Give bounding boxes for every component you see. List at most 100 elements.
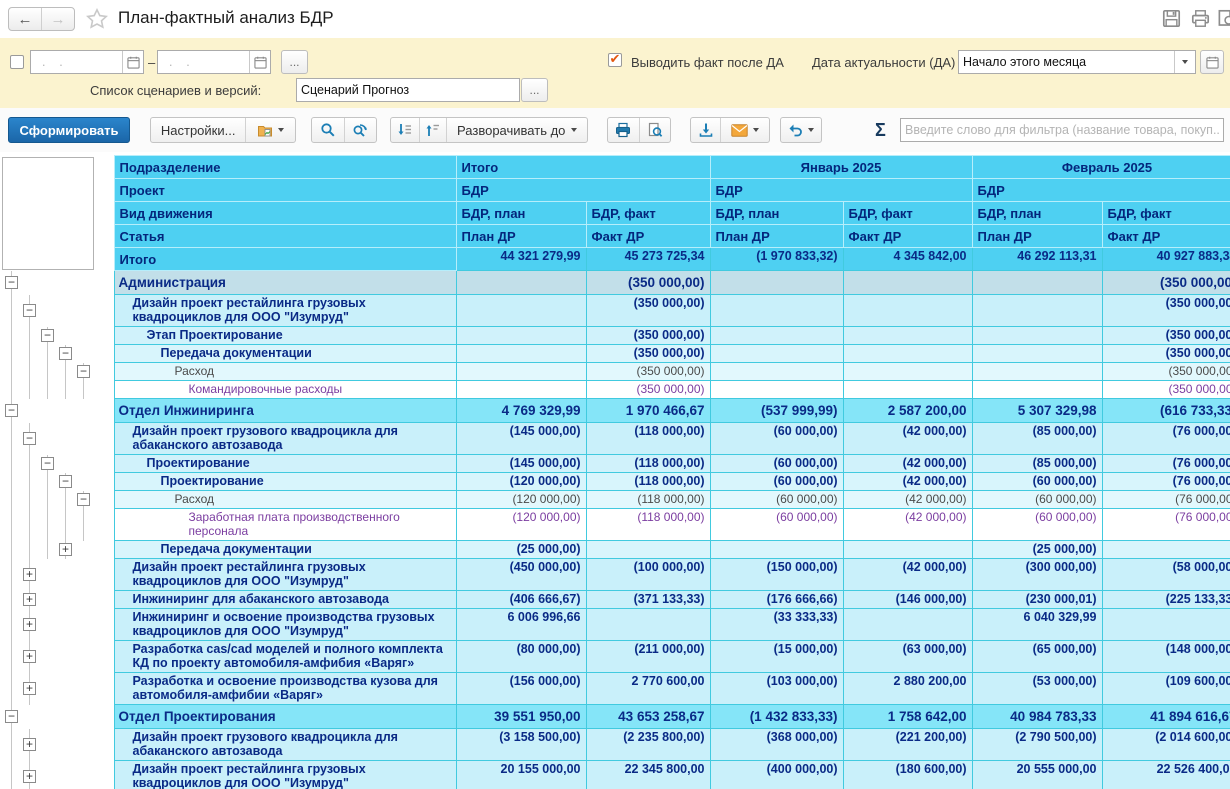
value-cell[interactable]: (42 000,00) xyxy=(843,509,972,541)
value-cell[interactable]: 6 006 996,66 xyxy=(456,609,586,641)
value-cell[interactable]: (103 000,00) xyxy=(710,673,843,705)
header-article[interactable]: Статья xyxy=(114,225,456,248)
value-cell[interactable]: (60 000,00) xyxy=(710,423,843,455)
value-cell[interactable]: (146 000,00) xyxy=(843,591,972,609)
header-plan[interactable]: БДР, план xyxy=(456,202,586,225)
value-cell[interactable] xyxy=(843,609,972,641)
value-cell[interactable]: 40 984 783,33 xyxy=(972,705,1102,729)
value-cell[interactable]: (400 000,00) xyxy=(710,761,843,789)
row-label[interactable]: Дизайн проект рестайлинга грузовых квадр… xyxy=(114,559,456,591)
scenario-input[interactable] xyxy=(297,79,519,101)
value-cell[interactable]: 2 587 200,00 xyxy=(843,399,972,423)
header-fact[interactable]: БДР, факт xyxy=(843,202,972,225)
value-cell[interactable]: (350 000,00) xyxy=(1102,363,1230,381)
row-label[interactable]: Инжиниринг для абаканского автозавода xyxy=(114,591,456,609)
collapse-toggle[interactable]: − xyxy=(77,365,90,378)
value-cell[interactable]: (350 000,00) xyxy=(1102,295,1230,327)
value-cell[interactable]: (80 000,00) xyxy=(456,641,586,673)
period-more-button[interactable]: ... xyxy=(281,50,308,74)
value-cell[interactable]: (3 158 500,00) xyxy=(456,729,586,761)
date-to-input[interactable] xyxy=(158,51,249,73)
value-cell[interactable]: (58 000,00) xyxy=(1102,559,1230,591)
value-cell[interactable] xyxy=(710,327,843,345)
value-cell[interactable]: (300 000,00) xyxy=(972,559,1102,591)
value-cell[interactable]: (176 666,66) xyxy=(710,591,843,609)
value-cell[interactable]: (537 999,99) xyxy=(710,399,843,423)
collapse-toggle[interactable]: − xyxy=(59,475,72,488)
row-label[interactable]: Инжиниринг и освоение производства грузо… xyxy=(114,609,456,641)
expand-toggle[interactable]: + xyxy=(23,682,36,695)
value-cell[interactable] xyxy=(1102,609,1230,641)
value-cell[interactable]: (180 600,00) xyxy=(843,761,972,789)
header-bdr[interactable]: БДР xyxy=(710,179,972,202)
value-cell[interactable] xyxy=(710,345,843,363)
value-cell[interactable]: (60 000,00) xyxy=(972,491,1102,509)
scenario-more-button[interactable]: ... xyxy=(521,78,548,102)
header-plan-dr[interactable]: План ДР xyxy=(456,225,586,248)
value-cell[interactable]: (145 000,00) xyxy=(456,423,586,455)
value-cell[interactable]: 39 551 950,00 xyxy=(456,705,586,729)
quick-filter-input[interactable] xyxy=(901,119,1223,141)
value-cell[interactable]: (76 000,00) xyxy=(1102,455,1230,473)
value-cell[interactable]: 4 769 329,99 xyxy=(456,399,586,423)
value-cell[interactable] xyxy=(843,363,972,381)
collapse-toggle[interactable]: − xyxy=(41,457,54,470)
value-cell[interactable] xyxy=(843,271,972,295)
row-label[interactable]: Расход xyxy=(114,491,456,509)
value-cell[interactable]: (76 000,00) xyxy=(1102,491,1230,509)
actuality-calendar-button[interactable] xyxy=(1200,50,1224,74)
value-cell[interactable] xyxy=(843,295,972,327)
grand-total-value[interactable]: (1 970 833,32) xyxy=(710,248,843,271)
value-cell[interactable]: (156 000,00) xyxy=(456,673,586,705)
value-cell[interactable]: (120 000,00) xyxy=(456,473,586,491)
value-cell[interactable]: (118 000,00) xyxy=(586,509,710,541)
back-arrow-icon[interactable]: ← xyxy=(9,8,41,30)
header-fact-dr[interactable]: Факт ДР xyxy=(843,225,972,248)
grand-total-value[interactable]: 44 321 279,99 xyxy=(456,248,586,271)
value-cell[interactable]: (616 733,33) xyxy=(1102,399,1230,423)
value-cell[interactable]: (63 000,00) xyxy=(843,641,972,673)
row-label[interactable]: Администрация xyxy=(114,271,456,295)
value-cell[interactable] xyxy=(1102,541,1230,559)
value-cell[interactable]: (60 000,00) xyxy=(972,509,1102,541)
value-cell[interactable]: (65 000,00) xyxy=(972,641,1102,673)
row-label[interactable]: Отдел Проектирования xyxy=(114,705,456,729)
print-preview-button[interactable] xyxy=(639,118,670,142)
search-button[interactable] xyxy=(312,118,344,142)
grand-total-label[interactable]: Итого xyxy=(114,248,456,271)
value-cell[interactable]: (60 000,00) xyxy=(710,491,843,509)
value-cell[interactable]: 1 970 466,67 xyxy=(586,399,710,423)
value-cell[interactable] xyxy=(843,381,972,399)
collapse-toggle[interactable]: − xyxy=(5,710,18,723)
value-cell[interactable]: (109 600,00) xyxy=(1102,673,1230,705)
value-cell[interactable] xyxy=(710,295,843,327)
actuality-date-input[interactable] xyxy=(959,51,1174,73)
collapse-toggle[interactable]: − xyxy=(5,404,18,417)
value-cell[interactable] xyxy=(972,271,1102,295)
value-cell[interactable]: 20 155 000,00 xyxy=(456,761,586,789)
value-cell[interactable] xyxy=(710,381,843,399)
value-cell[interactable] xyxy=(710,363,843,381)
row-label[interactable]: Командировочные расходы xyxy=(114,381,456,399)
value-cell[interactable] xyxy=(972,295,1102,327)
row-label[interactable]: Дизайн проект рестайлинга грузовых квадр… xyxy=(114,295,456,327)
value-cell[interactable]: (60 000,00) xyxy=(710,473,843,491)
expand-toggle[interactable]: + xyxy=(23,618,36,631)
header-movement[interactable]: Вид движения xyxy=(114,202,456,225)
value-cell[interactable]: (120 000,00) xyxy=(456,491,586,509)
value-cell[interactable] xyxy=(456,345,586,363)
value-cell[interactable]: 6 040 329,99 xyxy=(972,609,1102,641)
chevron-down-icon[interactable] xyxy=(1174,51,1195,73)
value-cell[interactable]: 20 555 000,00 xyxy=(972,761,1102,789)
generate-button[interactable]: Сформировать xyxy=(8,117,130,143)
header-plan[interactable]: БДР, план xyxy=(972,202,1102,225)
value-cell[interactable]: (118 000,00) xyxy=(586,423,710,455)
value-cell[interactable]: (150 000,00) xyxy=(710,559,843,591)
value-cell[interactable]: (211 000,00) xyxy=(586,641,710,673)
value-cell[interactable]: 22 345 800,00 xyxy=(586,761,710,789)
value-cell[interactable]: (25 000,00) xyxy=(456,541,586,559)
grand-total-value[interactable]: 46 292 113,31 xyxy=(972,248,1102,271)
value-cell[interactable]: (60 000,00) xyxy=(710,455,843,473)
send-email-button[interactable] xyxy=(720,118,769,142)
value-cell[interactable]: (350 000,00) xyxy=(586,271,710,295)
